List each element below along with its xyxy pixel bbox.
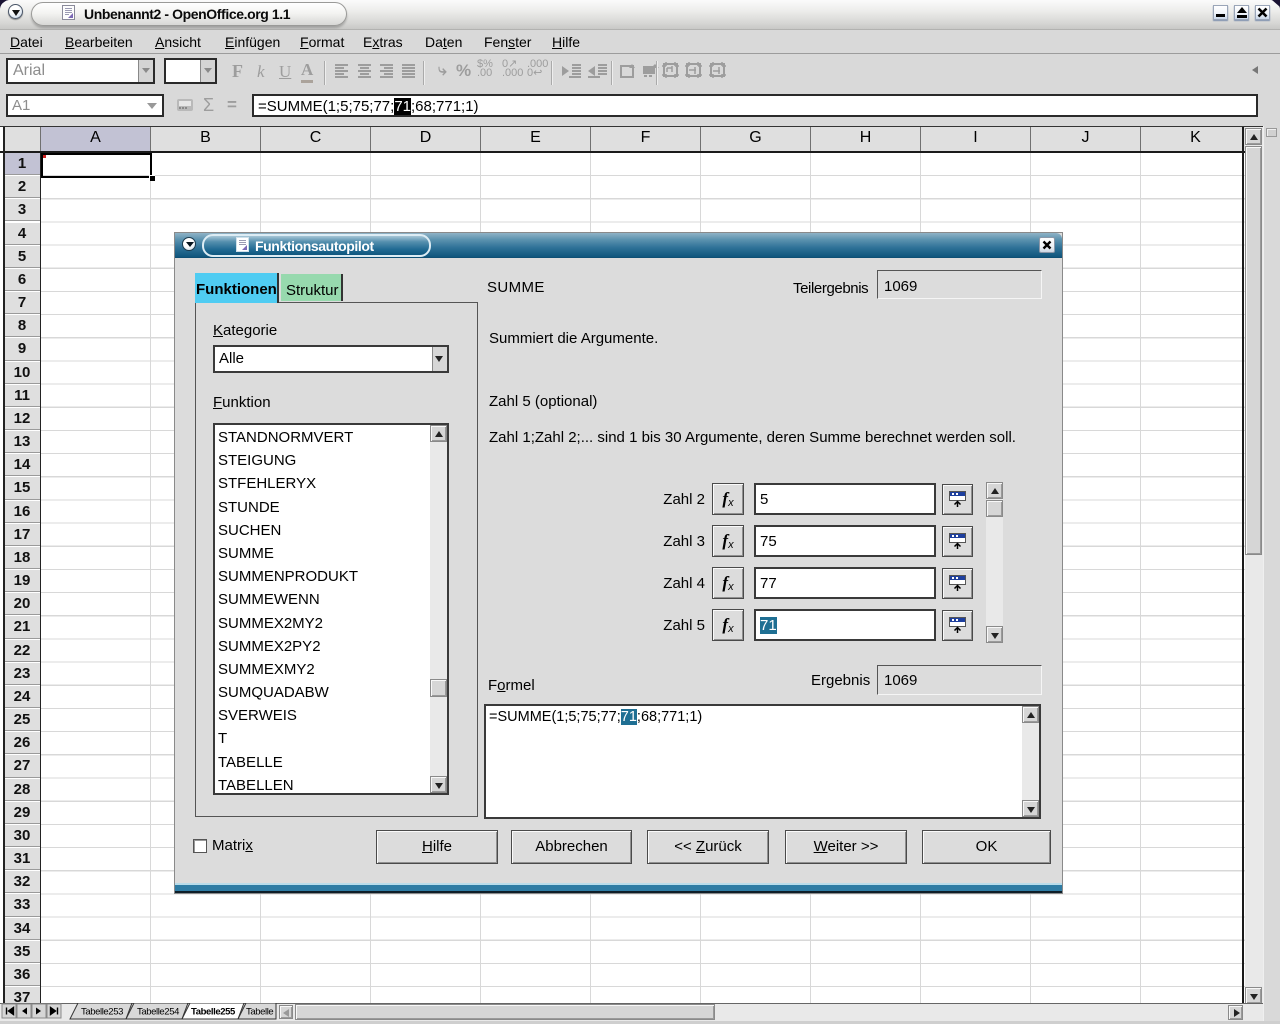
svg-text:Tabelle253: Tabelle253 bbox=[81, 1007, 123, 1018]
svg-text:Tabelle254: Tabelle254 bbox=[137, 1007, 179, 1018]
svg-text:Tabelle: Tabelle bbox=[246, 1007, 273, 1018]
svg-text:Tabelle255: Tabelle255 bbox=[191, 1007, 236, 1018]
